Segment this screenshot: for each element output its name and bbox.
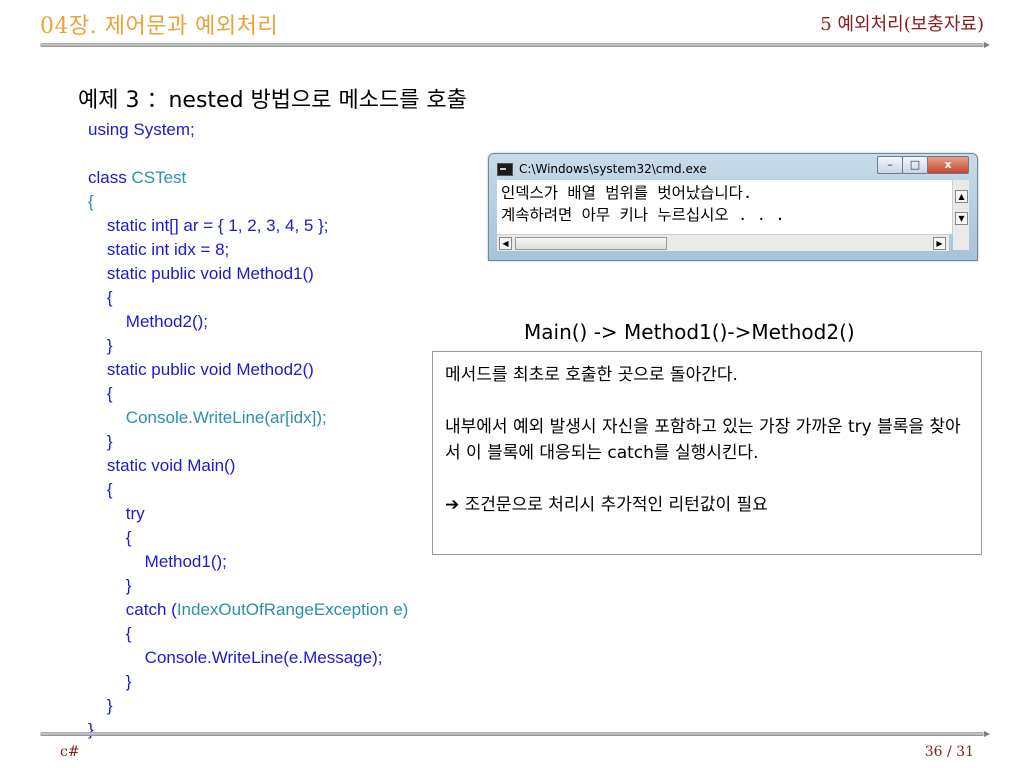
chapter-title: 04장. 제어문과 예외처리: [40, 14, 279, 39]
top-divider: [40, 42, 990, 48]
bottom-divider: [40, 731, 990, 737]
section-title: 5 예외처리(보충자료): [820, 14, 984, 35]
maximize-button[interactable]: □: [902, 156, 928, 174]
code-line: }: [88, 432, 113, 451]
code-line: {: [88, 192, 94, 211]
scroll-right-arrow-icon[interactable]: ▶: [933, 237, 946, 250]
console-line: 계속하려면 아무 키나 누르십시오 . . .: [501, 206, 785, 224]
note-paragraph: 내부에서 예외 발생시 자신을 포함하고 있는 가장 가까운 try 블록을 찾…: [445, 417, 961, 463]
scroll-down-arrow-icon[interactable]: ▼: [955, 212, 968, 225]
code-line: using System;: [88, 120, 195, 139]
scroll-thumb[interactable]: [515, 237, 667, 250]
code-line: class CSTest: [88, 168, 187, 187]
code-line: }: [88, 696, 113, 715]
console-title: C:\Windows\system32\cmd.exe: [519, 162, 707, 176]
code-line: }: [88, 672, 132, 691]
resize-grip-icon[interactable]: [953, 234, 969, 250]
code-line: catch (IndexOutOfRangeException e): [88, 600, 409, 619]
slide-subtitle: 예제 3 ：nested 방법으로 메소드를 호출: [78, 88, 467, 113]
code-line: {: [88, 384, 113, 403]
code-line: }: [88, 576, 132, 595]
note-line-1: 메서드를 최초로 호출한 곳으로 돌아간다.: [445, 365, 738, 385]
horizontal-scrollbar[interactable]: ◀ ▶: [497, 234, 949, 251]
console-output: 인덱스가 배열 범위를 벗어났습니다. 계속하려면 아무 키나 누르십시오 . .…: [497, 180, 963, 234]
code-line: {: [88, 480, 113, 499]
code-line: static void Main(): [88, 456, 236, 475]
minimize-button[interactable]: –: [877, 156, 903, 174]
code-listing: using System; class CSTest { static int[]…: [88, 118, 408, 742]
right-arrow-icon: ➔: [445, 495, 460, 515]
code-line: Console.WriteLine(e.Message);: [88, 648, 383, 667]
terminal-icon: [497, 163, 513, 176]
code-line: {: [88, 528, 132, 547]
scroll-up-arrow-icon[interactable]: ▲: [955, 190, 968, 203]
code-line: Console.WriteLine(ar[idx]);: [125, 408, 327, 427]
close-button[interactable]: x: [927, 156, 969, 174]
footer-label: c#: [60, 744, 80, 760]
explanation-box: 메서드를 최초로 호출한 곳으로 돌아간다. 내부에서 예외 발생시 자신을 포…: [432, 351, 982, 555]
page-number: 36 / 31: [924, 744, 974, 760]
code-line: static public void Method1(): [88, 264, 314, 283]
code-line: }: [88, 720, 94, 739]
code-line: static int[] ar = { 1, 2, 3, 4, 5 };: [88, 216, 329, 235]
note-line-3: 조건문으로 처리시 추가적인 리턴값이 필요: [464, 495, 768, 515]
code-line: try: [88, 504, 145, 523]
code-line: {: [88, 624, 132, 643]
vertical-scrollbar[interactable]: ▲ ▼: [952, 180, 969, 236]
code-line: static public void Method2(): [88, 360, 314, 379]
code-line: {: [88, 288, 113, 307]
code-line: Method2();: [88, 312, 208, 331]
code-line: Method1();: [88, 552, 227, 571]
note-conclusion: ➔ 조건문으로 처리시 추가적인 리턴값이 필요: [445, 492, 969, 518]
console-window: C:\Windows\system32\cmd.exe – □ x 인덱스가 배…: [488, 153, 978, 261]
code-line: }: [88, 336, 113, 355]
code-line: static int idx = 8;: [88, 240, 230, 259]
scroll-left-arrow-icon[interactable]: ◀: [499, 237, 512, 250]
console-title-bar: C:\Windows\system32\cmd.exe: [497, 162, 707, 176]
console-line: 인덱스가 배열 범위를 벗어났습니다.: [501, 184, 753, 202]
call-flow-text: Main() -> Method1()->Method2(): [524, 320, 855, 344]
